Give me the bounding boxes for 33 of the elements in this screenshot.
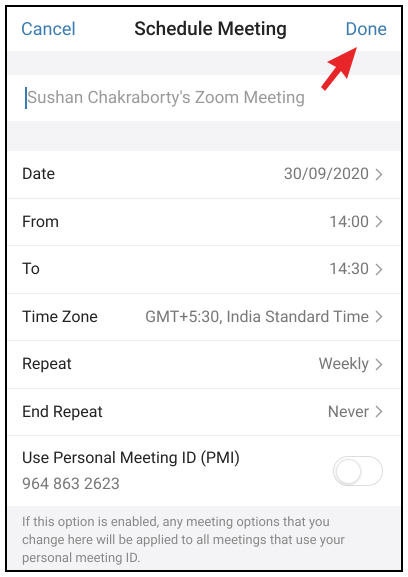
- screen-title: Schedule Meeting: [134, 16, 287, 42]
- text-cursor: [25, 87, 27, 109]
- setting-row[interactable]: Time Zone GMT+5:30, India Standard Time: [7, 294, 401, 341]
- pmi-number: 964 863 2623: [22, 473, 121, 495]
- setting-label: End Repeat: [22, 400, 103, 423]
- pmi-toggle[interactable]: [333, 456, 383, 486]
- setting-label: Date: [22, 163, 55, 186]
- cancel-button[interactable]: Cancel: [21, 16, 76, 42]
- setting-row[interactable]: To 14:30: [7, 246, 401, 294]
- setting-row[interactable]: End Repeat Never: [7, 388, 401, 436]
- pmi-note: If this option is enabled, any meeting options that you change here will be applied to all meetings that use your personal meeting ID.: [21, 514, 346, 568]
- setting-value: GMT+5:30, India Standard Time: [145, 306, 369, 328]
- chevron-right-icon: [375, 168, 383, 181]
- setting-row[interactable]: Date 30/09/2020: [7, 151, 401, 198]
- setting-row[interactable]: From 14:00: [7, 198, 401, 246]
- chevron-right-icon: [375, 215, 383, 228]
- setting-value: 30/09/2020: [284, 163, 369, 186]
- setting-label: Time Zone: [22, 306, 98, 328]
- meeting-topic-field[interactable]: Sushan Chakraborty's Zoom Meeting: [7, 75, 401, 121]
- chevron-right-icon: [375, 262, 383, 276]
- setting-label: To: [22, 258, 40, 280]
- chevron-right-icon: [375, 358, 383, 371]
- setting-label: From: [22, 210, 60, 233]
- setting-label: Repeat: [22, 353, 72, 376]
- setting-value: Never: [328, 400, 369, 423]
- done-button[interactable]: Done: [345, 16, 387, 42]
- chevron-right-icon: [375, 310, 383, 324]
- setting-value: 14:30: [329, 258, 369, 280]
- chevron-right-icon: [375, 405, 383, 418]
- setting-value: 14:00: [329, 210, 369, 233]
- pmi-label: Use Personal Meeting ID (PMI): [22, 447, 240, 469]
- setting-value: Weekly: [318, 353, 369, 376]
- setting-row[interactable]: Repeat Weekly: [7, 341, 401, 388]
